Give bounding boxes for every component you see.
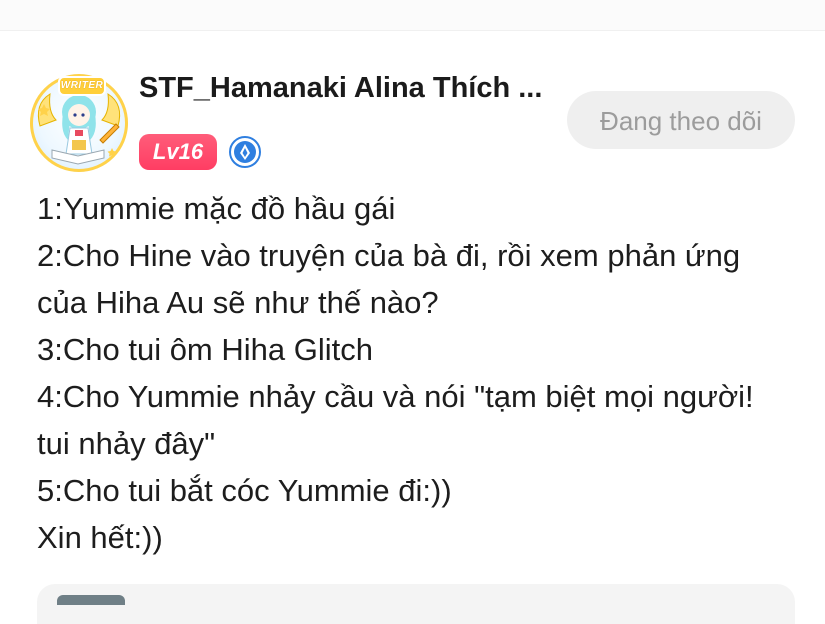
verified-badge-icon bbox=[229, 136, 261, 168]
author-avatar[interactable]: WRITER bbox=[30, 74, 128, 172]
following-button[interactable]: Đang theo dõi bbox=[567, 91, 795, 149]
post-line: 2:Cho Hine vào truyện của bà đi, rồi xem… bbox=[37, 238, 741, 273]
linked-content-thumbnail bbox=[57, 595, 125, 605]
post-line: Xin hết:)) bbox=[37, 520, 163, 555]
writer-badge: WRITER bbox=[58, 76, 106, 96]
post-card: WRITER STF_Hamanaki Alina Thích ... Lv16… bbox=[0, 30, 825, 624]
post-line: của Hiha Au sẽ như thế nào? bbox=[37, 285, 439, 320]
post-line: 4:Cho Yummie nhảy cầu và nói "tạm biệt m… bbox=[37, 379, 754, 414]
top-header-strip bbox=[0, 0, 825, 31]
linked-content-card[interactable] bbox=[37, 584, 795, 624]
post-line: 1:Yummie mặc đồ hầu gái bbox=[37, 191, 396, 226]
post-line: 3:Cho tui ôm Hiha Glitch bbox=[37, 332, 373, 367]
level-badge: Lv16 bbox=[139, 134, 217, 170]
post-line: 5:Cho tui bắt cóc Yummie đi:)) bbox=[37, 473, 452, 508]
author-username[interactable]: STF_Hamanaki Alina Thích ... bbox=[139, 72, 542, 105]
post-line: tui nhảy đây" bbox=[37, 426, 216, 461]
post-content: 1:Yummie mặc đồ hầu gái 2:Cho Hine vào t… bbox=[37, 185, 807, 561]
